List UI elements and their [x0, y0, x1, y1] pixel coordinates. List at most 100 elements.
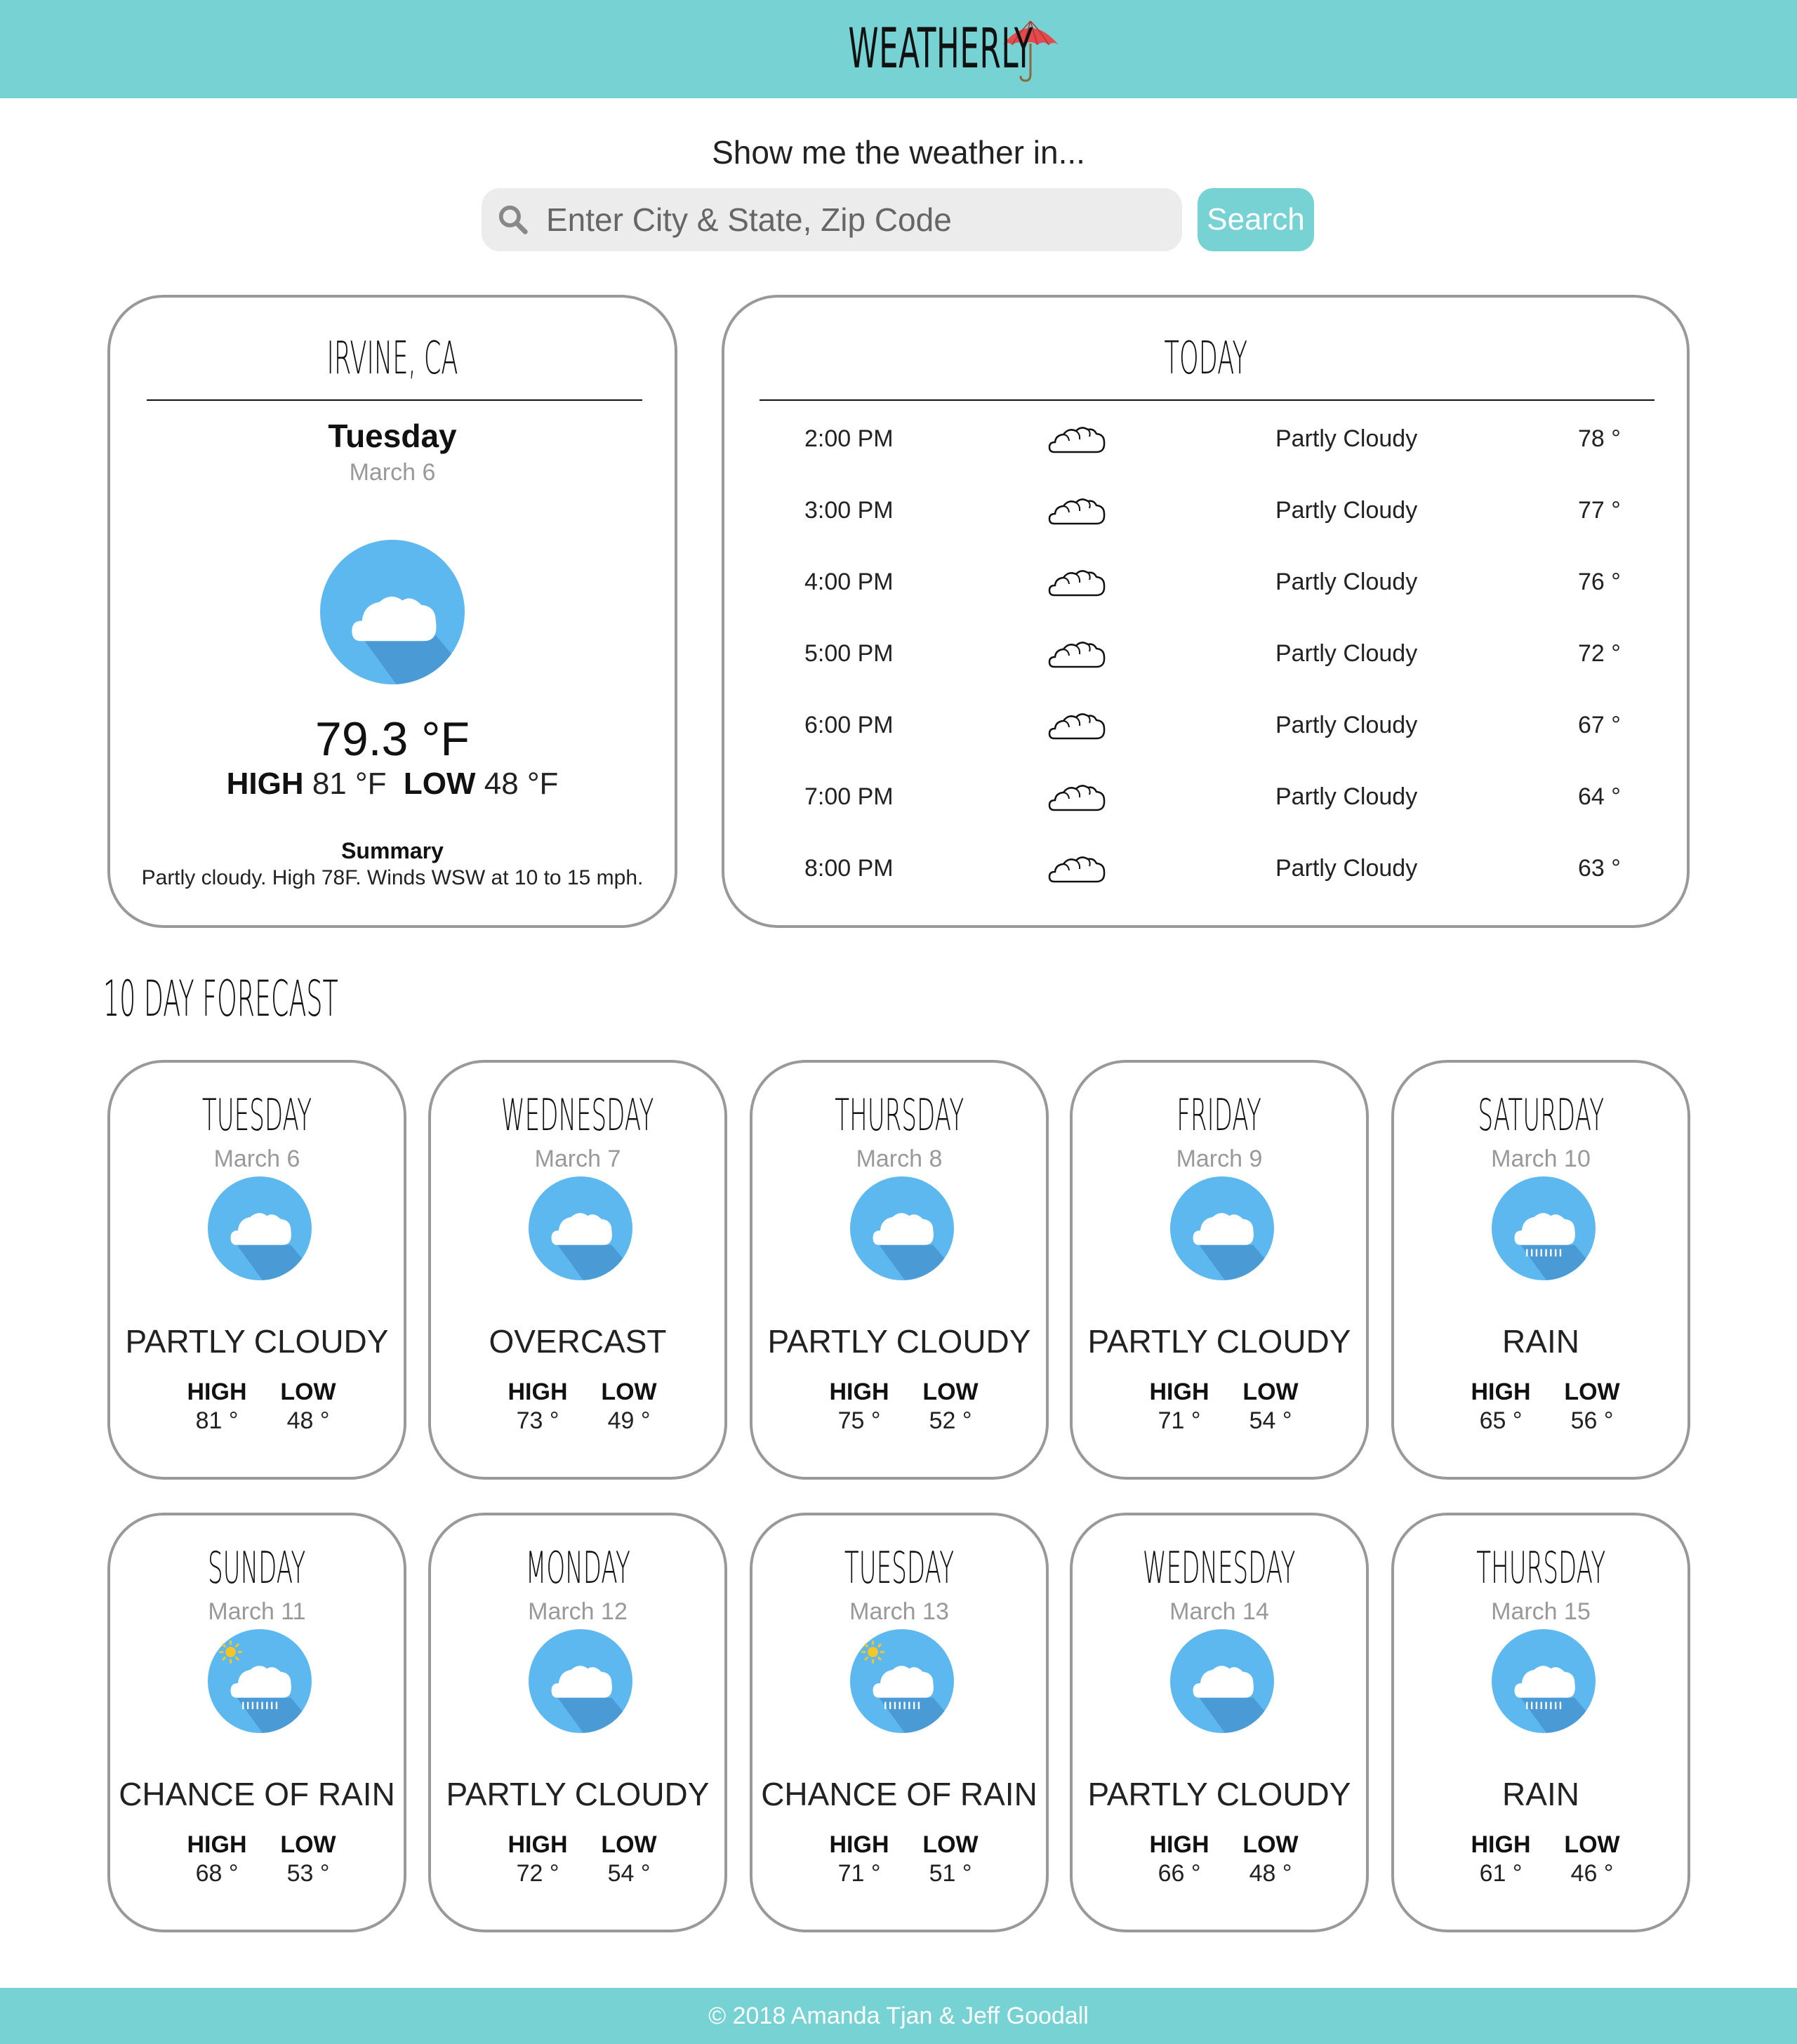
forecast-low: LOW 54 ° [587, 1831, 671, 1887]
forecast-high: HIGH 75 ° [817, 1379, 901, 1435]
forecast-condition: PARTLY CLOUDY [125, 1323, 389, 1360]
low-value: 56 ° [1570, 1407, 1614, 1434]
forecast-date: March 12 [528, 1598, 628, 1625]
forecast-day-card[interactable]: WEDNESDAY March 14 PARTLY CLOUDY HIGH 66 ° LO… [1070, 1513, 1369, 1932]
cloud-outline-icon [1048, 570, 1106, 597]
search-section: Show me the weather in... Search [0, 133, 1797, 251]
forecast-low: LOW 48 ° [1228, 1831, 1313, 1887]
partly-cloudy-icon [208, 1176, 312, 1280]
low-value: 48 °F [484, 766, 559, 801]
high-value: 71 ° [1158, 1407, 1201, 1434]
forecast-day-card[interactable]: THURSDAY March 8 PARTLY CLOUDY HIGH 75 ° LOW 5… [750, 1060, 1049, 1480]
high-label: HIGH [226, 766, 304, 801]
low-value: 54 ° [607, 1860, 651, 1887]
partly-cloudy-icon [850, 1176, 954, 1280]
hourly-forecast-card: TODAY 2:00 PM Partly Cloudy 78 ° 3:00 PM Par… [722, 295, 1690, 928]
forecast-condition: OVERCAST [489, 1323, 667, 1360]
forecast-date: March 6 [213, 1146, 300, 1172]
forecast-date: March 8 [856, 1146, 943, 1172]
hour-condition: Partly Cloudy [1275, 497, 1418, 524]
search-button[interactable]: Search [1198, 188, 1314, 251]
current-day: Tuesday [328, 418, 457, 454]
forecast-low: LOW 48 ° [266, 1379, 350, 1435]
hour-time: 7:00 PM [804, 783, 894, 810]
forecast-date: March 9 [1176, 1146, 1263, 1172]
hour-time: 2:00 PM [804, 425, 894, 452]
low-label: LOW [601, 1831, 657, 1858]
low-label: LOW [922, 1379, 979, 1405]
forecast-low: LOW 46 ° [1550, 1831, 1634, 1887]
hour-temperature: 63 ° [1578, 855, 1621, 882]
hour-time: 4:00 PM [804, 569, 894, 595]
low-label: LOW [403, 766, 476, 801]
hour-row: 4:00 PM Partly Cloudy 76 ° [724, 562, 1687, 604]
forecast-day-card[interactable]: WEDNESDAY March 7 OVERCAST HIGH 73 ° LOW 49 ° [428, 1060, 727, 1480]
forecast-high: HIGH 71 ° [817, 1831, 901, 1887]
hour-time: 8:00 PM [804, 855, 894, 882]
low-label: LOW [1242, 1379, 1299, 1405]
forecast-heading: 10 DAY FORECAST [103, 970, 338, 1028]
forecast-day-card[interactable]: MONDAY March 12 PARTLY CLOUDY HIGH 72 ° LOW 54… [428, 1513, 727, 1932]
forecast-high: HIGH 61 ° [1459, 1831, 1543, 1887]
cloud-outline-icon [1048, 856, 1106, 883]
hour-temperature: 76 ° [1578, 569, 1621, 595]
forecast-condition: CHANCE OF RAIN [761, 1776, 1037, 1812]
logo-text: WEATHERLY [848, 18, 1033, 81]
high-label: HIGH [187, 1831, 247, 1858]
high-label: HIGH [1471, 1379, 1531, 1405]
search-input[interactable] [546, 201, 1164, 239]
partly-cloudy-icon [320, 540, 465, 684]
forecast-day-name: THURSDAY [835, 1089, 964, 1141]
forecast-day-card[interactable]: THURSDAY March 15 RAIN HIGH 61 ° LOW 46 ° [1391, 1513, 1690, 1932]
forecast-day-name: SUNDAY [208, 1542, 306, 1593]
forecast-low: LOW 51 ° [908, 1831, 993, 1887]
rain-icon [1492, 1176, 1596, 1280]
forecast-condition: PARTLY CLOUDY [1087, 1323, 1351, 1360]
chance-of-rain-icon [850, 1629, 954, 1733]
footer: © 2018 Amanda Tjan & Jeff Goodall [0, 1988, 1797, 2044]
hour-time: 6:00 PM [804, 712, 894, 738]
forecast-date: March 11 [208, 1598, 306, 1625]
forecast-day-card[interactable]: TUESDAY March 13 CHANCE OF RAIN HIGH 71 ° LOW… [750, 1513, 1049, 1932]
high-value: 68 ° [195, 1860, 239, 1887]
forecast-high: HIGH 71 ° [1137, 1379, 1221, 1435]
forecast-date: March 14 [1169, 1598, 1269, 1625]
divider [760, 399, 1655, 401]
forecast-day-card[interactable]: FRIDAY March 9 PARTLY CLOUDY HIGH 71 ° LOW 54 … [1070, 1060, 1369, 1480]
hour-condition: Partly Cloudy [1275, 640, 1418, 667]
hour-temperature: 64 ° [1578, 783, 1621, 810]
location-title: IRVINE, CA [326, 333, 458, 385]
logo[interactable]: WEATHERLY [735, 14, 1063, 84]
current-high-low: HIGH 81 °F LOW 48 °F [110, 766, 675, 802]
forecast-day-card[interactable]: SUNDAY March 11 CHANCE OF RAIN HIGH 68 ° LOW 5… [107, 1513, 406, 1932]
hour-row: 6:00 PM Partly Cloudy 67 ° [724, 705, 1687, 747]
forecast-day-card[interactable]: TUESDAY March 6 PARTLY CLOUDY HIGH 81 ° LOW 48… [107, 1060, 406, 1480]
forecast-date: March 10 [1491, 1146, 1591, 1172]
low-value: 51 ° [929, 1860, 972, 1887]
hour-time: 3:00 PM [804, 497, 894, 524]
hour-condition: Partly Cloudy [1275, 425, 1418, 452]
forecast-high: HIGH 65 ° [1459, 1379, 1543, 1435]
hour-time: 5:00 PM [804, 640, 894, 667]
forecast-low: LOW 56 ° [1550, 1379, 1634, 1435]
hour-condition: Partly Cloudy [1275, 569, 1418, 595]
high-value: 66 ° [1158, 1860, 1201, 1887]
low-value: 54 ° [1249, 1407, 1292, 1434]
low-value: 53 ° [286, 1860, 330, 1887]
forecast-day-card[interactable]: SATURDAY March 10 RAIN HIGH 65 ° LOW 56 ° [1391, 1060, 1690, 1480]
search-box[interactable] [482, 188, 1182, 251]
high-label: HIGH [829, 1831, 889, 1858]
hour-row: 2:00 PM Partly Cloudy 78 ° [724, 418, 1687, 460]
forecast-day-name: TUESDAY [844, 1542, 955, 1593]
low-label: LOW [280, 1831, 336, 1858]
high-label: HIGH [829, 1379, 889, 1405]
high-label: HIGH [1149, 1379, 1209, 1405]
forecast-condition: PARTLY CLOUDY [446, 1776, 710, 1812]
low-value: 52 ° [929, 1407, 972, 1434]
forecast-low: LOW 49 ° [587, 1379, 671, 1435]
cloud-outline-icon [1048, 427, 1106, 453]
forecast-high: HIGH 66 ° [1137, 1831, 1221, 1887]
low-label: LOW [1564, 1379, 1620, 1405]
hour-condition: Partly Cloudy [1275, 783, 1418, 810]
search-bar: Search [482, 188, 1314, 251]
